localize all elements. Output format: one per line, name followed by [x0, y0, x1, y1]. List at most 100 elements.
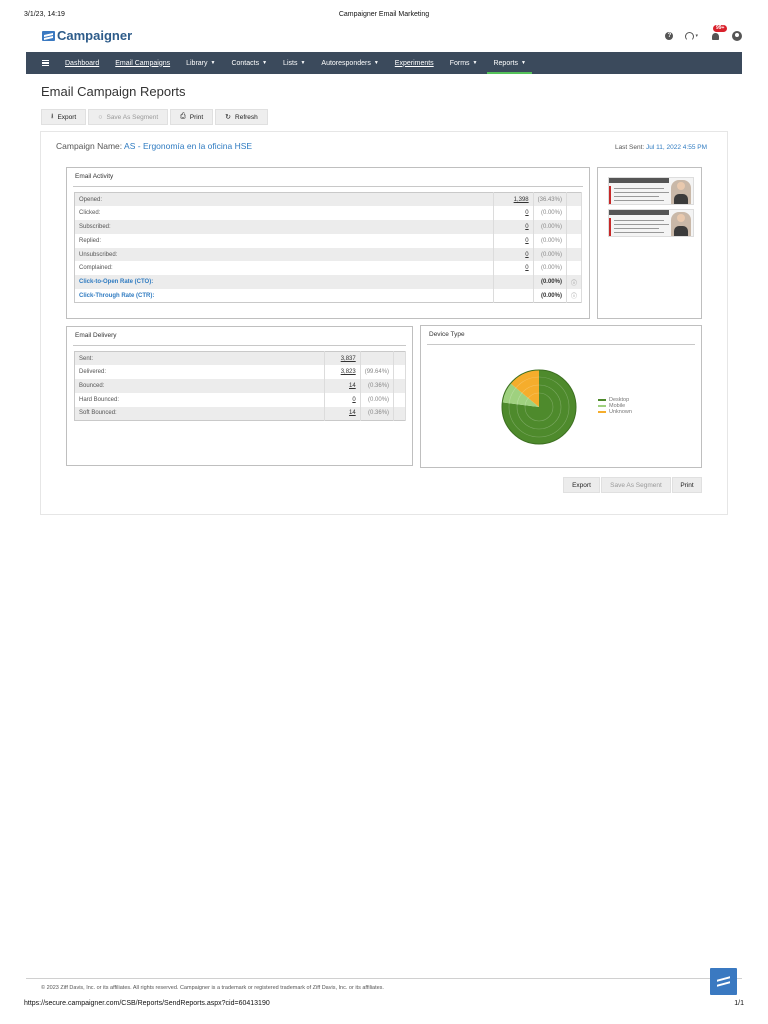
bottom-save-as-segment-button[interactable]: Save As Segment [601, 477, 671, 493]
table-row: Subscribed: 0 (0.00%) [74, 220, 583, 234]
print-footer: https://secure.campaigner.com/CSB/Report… [24, 1000, 744, 1010]
row-value[interactable]: 0 [493, 247, 534, 262]
chevron-down-icon: ▼ [373, 60, 379, 66]
divider [73, 345, 406, 346]
footer-divider [26, 978, 742, 979]
preview-page [608, 209, 694, 237]
row-value[interactable]: 0 [493, 233, 534, 248]
print-page-number: 1/1 [734, 1000, 744, 1007]
nav-item-lists[interactable]: Lists ▼ [283, 52, 305, 74]
email-delivery-title: Email Delivery [75, 332, 117, 339]
refresh-button[interactable]: ↻ Refresh [215, 109, 268, 125]
nav-label-reports: Reports [493, 59, 518, 67]
last-sent: Last Sent: Jul 11, 2022 4:55 PM [615, 144, 707, 151]
save-as-segment-button[interactable]: ○ Save As Segment [88, 109, 169, 125]
row-value[interactable]: 3,823 [324, 365, 361, 380]
nav-item-contacts[interactable]: Contacts ▼ [231, 52, 267, 74]
copyright-text: © 2023 Ziff Davis, Inc. or its affiliate… [41, 985, 384, 991]
menu-icon[interactable] [42, 60, 49, 66]
empty-cell [393, 379, 406, 393]
headset-icon[interactable] [685, 31, 695, 41]
preview-page [608, 177, 694, 205]
nav-label-lists: Lists [283, 59, 298, 67]
ctr-label[interactable]: Click-Through Rate (CTR): [74, 289, 494, 303]
table-row: Soft Bounced: 14 (0.36%) [74, 406, 406, 421]
row-label: Hard Bounced: [74, 392, 325, 407]
nav-item-email-campaigns[interactable]: Email Campaigns [115, 52, 170, 74]
nav-item-library[interactable]: Library ▼ [186, 52, 215, 74]
preview-line [614, 192, 669, 194]
row-pct: (99.64%) [360, 365, 395, 380]
email-delivery-card: Email Delivery Sent: 3,837 Delivered: 3,… [66, 326, 413, 466]
empty-cell [566, 247, 583, 262]
nav-item-reports[interactable]: Reports ▼ [487, 52, 533, 74]
row-label: Complained: [74, 261, 494, 276]
print-label: Print [189, 113, 204, 121]
help-icon[interactable]: ? [665, 32, 674, 40]
empty-cell [493, 289, 534, 303]
nav-item-forms[interactable]: Forms ▼ [450, 52, 478, 74]
export-label: Export [57, 113, 77, 121]
row-value[interactable]: 3,837 [324, 351, 361, 366]
campaigner-logo[interactable]: Campaigner [42, 28, 132, 43]
campaign-name-value[interactable]: AS - Ergonomía en la oficina HSE [124, 141, 252, 151]
bottom-export-button[interactable]: Export [563, 477, 600, 493]
row-pct: (36.43%) [533, 192, 567, 207]
empty-cell [566, 192, 583, 207]
legend-label: Unknown [609, 409, 632, 415]
divider [73, 186, 583, 187]
row-value[interactable]: 14 [324, 379, 361, 393]
divider [427, 344, 695, 345]
row-label: Opened: [74, 192, 494, 207]
user-icon[interactable] [732, 31, 742, 41]
table-row: Bounced: 14 (0.36%) [74, 379, 406, 393]
chat-icon[interactable] [710, 968, 737, 995]
chevron-down-icon: ▼ [472, 60, 478, 66]
info-icon[interactable]: ⓘ [566, 275, 583, 290]
row-label: Delivered: [74, 365, 325, 380]
email-activity-table: Opened: 1,398 (36.43%) Clicked: 0 (0.00%… [74, 192, 583, 304]
brand-row: Campaigner ? ▾ 99+ [42, 25, 742, 48]
nav-item-autoresponders[interactable]: Autoresponders ▼ [321, 52, 378, 74]
table-row: Click-Through Rate (CTR): (0.00%) ⓘ [74, 289, 583, 303]
chevron-down-icon: ▼ [300, 60, 306, 66]
report-toolbar: ⭳ Export ○ Save As Segment ⎙ Print ↻ Refresh [41, 109, 270, 125]
table-row: Unsubscribed: 0 (0.00%) [74, 247, 583, 262]
main-nav: Dashboard Email Campaigns Library ▼ Conta… [26, 52, 742, 74]
preview-line [614, 220, 664, 222]
print-button[interactable]: ⎙ Print [170, 109, 214, 125]
row-value[interactable]: 0 [493, 206, 534, 221]
bell-icon[interactable]: 99+ [710, 25, 728, 41]
empty-cell [566, 233, 583, 248]
nav-item-dashboard[interactable]: Dashboard [65, 52, 99, 74]
empty-cell [493, 275, 534, 290]
row-value[interactable]: 0 [493, 220, 534, 234]
table-row: Hard Bounced: 0 (0.00%) [74, 392, 406, 407]
info-icon[interactable]: ⓘ [566, 289, 583, 303]
chevron-down-icon: ▾ [695, 33, 698, 39]
nav-item-experiments[interactable]: Experiments [395, 52, 434, 74]
row-value[interactable]: 0 [493, 261, 534, 276]
last-sent-value: Jul 11, 2022 4:55 PM [646, 144, 707, 151]
campaign-name: Campaign Name: AS - Ergonomía en la ofic… [56, 141, 252, 151]
chevron-down-icon: ▼ [521, 60, 526, 66]
legend-item-unknown[interactable]: Unknown [598, 409, 632, 415]
nav-label-autoresponders: Autoresponders [321, 59, 371, 67]
segment-icon: ○ [98, 113, 103, 121]
preview-line [614, 188, 664, 190]
device-type-pie-chart [501, 369, 577, 445]
row-value[interactable]: 0 [324, 392, 361, 407]
page-title: Email Campaign Reports [41, 84, 186, 99]
export-button[interactable]: ⭳ Export [41, 109, 87, 125]
legend-swatch [598, 411, 606, 413]
print-header: 3/1/23, 14:19 Campaigner Email Marketing [24, 11, 744, 21]
row-value[interactable]: 14 [324, 406, 361, 421]
cto-label[interactable]: Click-to-Open Rate (CTO): [74, 275, 494, 290]
email-preview-thumbnail[interactable] [608, 172, 694, 242]
chevron-down-icon: ▼ [210, 60, 216, 66]
bottom-print-button[interactable]: Print [672, 477, 702, 493]
refresh-label: Refresh [235, 113, 258, 121]
nav-label-forms: Forms [449, 59, 470, 67]
row-value[interactable]: 1,398 [493, 192, 534, 207]
print-title: Campaigner Email Marketing [338, 11, 430, 18]
